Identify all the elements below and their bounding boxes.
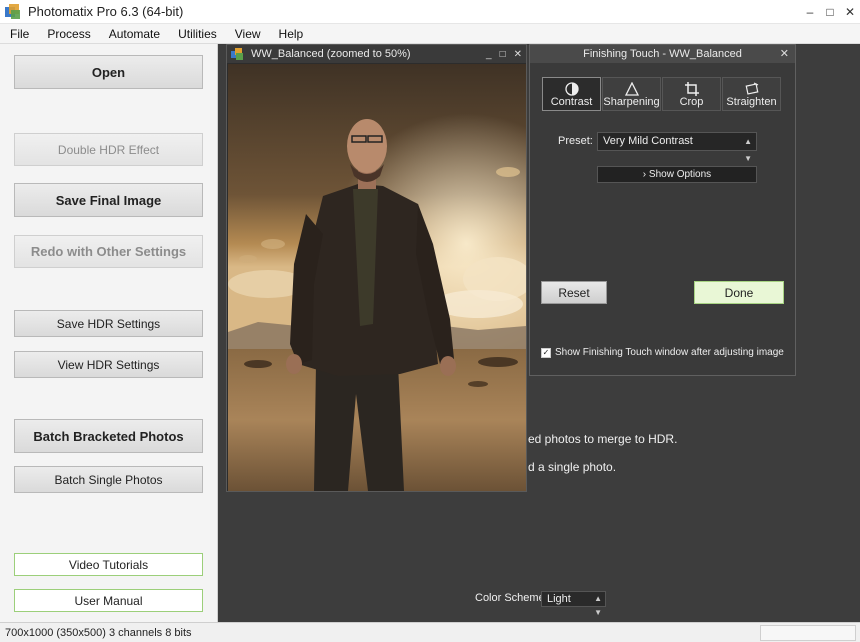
menu-bar: File Process Automate Utilities View Hel…	[0, 24, 860, 44]
minimize-icon[interactable]: –	[800, 0, 820, 24]
spinner-arrows-icon: ▲ ▼	[594, 594, 602, 617]
show-after-adjust-label: Show Finishing Touch window after adjust…	[555, 347, 784, 358]
image-info-status: 700x1000 (350x500) 3 channels 8 bits	[5, 626, 192, 639]
crop-icon	[663, 78, 720, 96]
show-after-adjust-option[interactable]: ✓ Show Finishing Touch window after adju…	[541, 347, 784, 358]
image-window-title: WW_Balanced (zoomed to 50%)	[251, 48, 411, 60]
title-bar: Photomatix Pro 6.3 (64-bit) – □ ✕	[0, 0, 860, 24]
tool-crop[interactable]: Crop	[662, 77, 721, 111]
close-icon[interactable]: ✕	[514, 49, 522, 60]
finishing-touch-title: Finishing Touch - WW_Balanced	[583, 48, 742, 60]
tool-contrast-label: Contrast	[550, 96, 593, 108]
user-manual-button[interactable]: User Manual	[14, 589, 203, 612]
hdr-preview-image	[228, 64, 526, 491]
menu-process[interactable]: Process	[47, 27, 90, 41]
menu-utilities[interactable]: Utilities	[178, 27, 217, 41]
menu-file[interactable]: File	[10, 27, 29, 41]
finishing-touch-window[interactable]: Finishing Touch - WW_Balanced ✕ Contrast…	[529, 44, 796, 376]
menu-view[interactable]: View	[235, 27, 261, 41]
image-window-icon	[231, 48, 243, 60]
tool-straighten[interactable]: Straighten	[722, 77, 781, 111]
close-icon[interactable]: ✕	[780, 45, 789, 63]
image-window[interactable]: WW_Balanced (zoomed to 50%) _ □ ✕	[226, 44, 527, 492]
straighten-icon	[723, 78, 780, 96]
color-scheme-select[interactable]: Light ▲ ▼	[541, 591, 606, 617]
tool-sharpening[interactable]: Sharpening	[602, 77, 661, 111]
preset-select[interactable]: Very Mild Contrast ▲ ▼	[597, 132, 757, 163]
triangle-icon	[603, 78, 660, 96]
tool-sharpening-label: Sharpening	[603, 96, 660, 108]
show-options-label: Show Options	[648, 169, 712, 180]
menu-help[interactable]: Help	[279, 27, 304, 41]
preset-label: Preset:	[558, 135, 593, 147]
chevron-right-icon: ›	[642, 169, 647, 180]
maximize-icon[interactable]: □	[820, 0, 840, 24]
status-bar: 700x1000 (350x500) 3 channels 8 bits	[0, 622, 860, 642]
merge-hint-text: ed photos to merge to HDR.	[528, 432, 678, 446]
tool-straighten-label: Straighten	[726, 96, 777, 108]
status-segment	[760, 625, 856, 641]
spinner-arrows-icon: ▲ ▼	[744, 137, 752, 163]
batch-single-photos-button[interactable]: Batch Single Photos	[14, 466, 203, 493]
tool-crop-label: Crop	[679, 96, 704, 108]
maximize-icon[interactable]: □	[500, 49, 506, 60]
video-tutorials-button[interactable]: Video Tutorials	[14, 553, 203, 576]
photomatix-app-icon	[5, 3, 21, 20]
done-button[interactable]: Done	[694, 281, 784, 304]
minimize-icon[interactable]: _	[486, 49, 492, 60]
redo-with-other-settings-button[interactable]: Redo with Other Settings	[14, 235, 203, 268]
color-scheme-label: Color Scheme:	[475, 592, 548, 604]
close-icon[interactable]: ✕	[840, 0, 860, 24]
menu-automate[interactable]: Automate	[109, 27, 160, 41]
reset-button[interactable]: Reset	[541, 281, 607, 304]
contrast-icon	[543, 78, 600, 96]
workflow-panel: Open Double HDR Effect Save Final Image …	[0, 44, 218, 622]
show-options-button[interactable]: › Show Options	[597, 166, 757, 183]
color-scheme-value: Light	[547, 593, 571, 605]
tool-contrast[interactable]: Contrast	[542, 77, 601, 111]
batch-bracketed-photos-button[interactable]: Batch Bracketed Photos	[14, 419, 203, 453]
checkbox-checked-icon[interactable]: ✓	[541, 347, 551, 358]
open-button[interactable]: Open	[14, 55, 203, 89]
view-hdr-settings-button[interactable]: View HDR Settings	[14, 351, 203, 378]
finishing-touch-titlebar[interactable]: Finishing Touch - WW_Balanced ✕	[530, 45, 795, 63]
save-final-image-button[interactable]: Save Final Image	[14, 183, 203, 217]
window-title: Photomatix Pro 6.3 (64-bit)	[28, 4, 184, 19]
double-hdr-effect-button[interactable]: Double HDR Effect	[14, 133, 203, 166]
image-window-titlebar[interactable]: WW_Balanced (zoomed to 50%) _ □ ✕	[227, 45, 526, 63]
preset-value: Very Mild Contrast	[603, 135, 693, 147]
single-photo-hint-text: d a single photo.	[528, 460, 617, 474]
save-hdr-settings-button[interactable]: Save HDR Settings	[14, 310, 203, 337]
